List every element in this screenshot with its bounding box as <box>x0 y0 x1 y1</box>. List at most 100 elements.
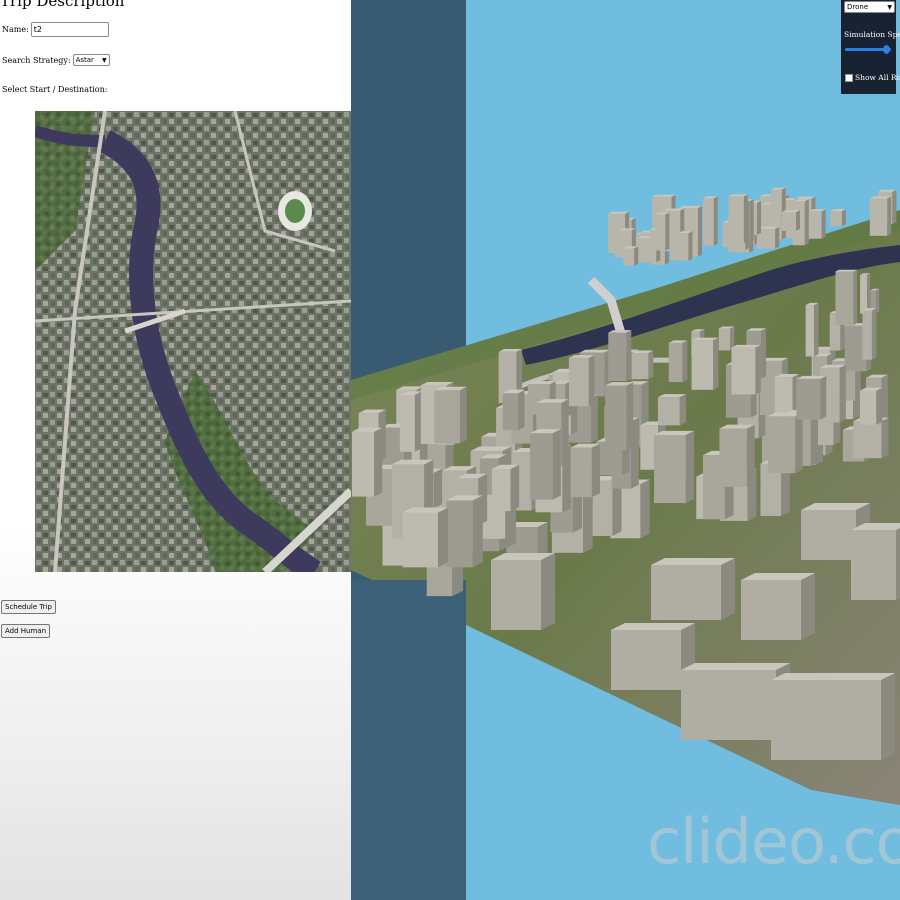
building-side <box>892 189 897 225</box>
strategy-label: Search Strategy: <box>2 55 71 65</box>
chevron-down-icon: ▼ <box>101 56 107 64</box>
vehicle-selected-value: Drone <box>847 3 869 11</box>
building-side <box>648 350 654 380</box>
building <box>702 198 714 246</box>
building-side <box>713 337 719 390</box>
slider-thumb[interactable] <box>883 45 891 54</box>
name-input[interactable] <box>30 22 109 37</box>
building-side <box>801 573 815 640</box>
building-side <box>795 210 800 231</box>
building-side <box>688 231 693 261</box>
building-side <box>746 424 755 487</box>
simulation-speed-label: Simulation Speed: <box>844 30 900 39</box>
building <box>719 428 747 487</box>
building-side <box>881 417 889 459</box>
search-strategy-select[interactable]: Astar ▼ <box>72 54 110 66</box>
building <box>568 357 589 407</box>
building-side <box>876 387 883 425</box>
building <box>399 394 415 452</box>
building <box>801 510 856 560</box>
building-roof <box>835 269 858 272</box>
building-side <box>541 553 555 630</box>
building <box>728 196 744 244</box>
building-side <box>821 209 826 239</box>
building-roof <box>771 673 895 680</box>
building-side <box>795 412 803 474</box>
building <box>623 248 635 266</box>
map-image[interactable] <box>35 111 351 572</box>
building <box>718 328 731 351</box>
building-side <box>841 209 846 227</box>
building <box>631 353 649 380</box>
vehicle-type-select[interactable]: Drone ▼ <box>844 1 895 13</box>
building <box>491 468 511 512</box>
building <box>859 390 877 425</box>
building-roof <box>611 623 695 630</box>
building-side <box>697 205 702 257</box>
select-start-destination-label: Select Start / Destination: <box>2 85 108 94</box>
building-side <box>871 308 877 360</box>
building <box>570 447 592 498</box>
name-row: Name: <box>2 22 109 37</box>
building <box>491 560 541 630</box>
building-side <box>518 390 525 431</box>
building-roof <box>681 663 790 670</box>
building-side <box>682 340 688 383</box>
watermark: clideo.com <box>647 805 900 878</box>
trip-form-panel: Trip Description Name: Search Strategy: … <box>0 0 351 900</box>
show-all-routes-toggle[interactable]: Show All Routes <box>845 73 900 82</box>
building-side <box>867 273 871 314</box>
building <box>655 214 666 251</box>
building-side <box>755 344 761 395</box>
add-human-button[interactable]: Add Human <box>1 624 51 638</box>
building <box>529 433 553 500</box>
building-side <box>887 196 892 236</box>
building-side <box>761 328 767 379</box>
satellite-map[interactable] <box>35 111 351 572</box>
simulation-controls: Drone ▼ Simulation Speed: Show All Route… <box>841 0 900 94</box>
building <box>781 212 796 231</box>
building <box>608 332 627 381</box>
building <box>657 397 680 426</box>
building-side <box>896 528 900 600</box>
simulation-speed-slider[interactable] <box>845 45 891 54</box>
building-side <box>433 468 443 509</box>
3d-city-view[interactable]: Drone ▼ Simulation Speed: Show All Route… <box>351 0 900 900</box>
building-roof <box>652 194 676 197</box>
building-side <box>459 386 467 444</box>
city-render <box>351 0 900 900</box>
building-side <box>414 391 422 452</box>
schedule-trip-button[interactable]: Schedule Trip <box>1 600 56 614</box>
building <box>771 680 881 760</box>
strategy-row: Search Strategy: Astar ▼ <box>2 54 110 66</box>
building-side <box>640 479 650 539</box>
building <box>402 512 438 568</box>
building <box>805 305 815 357</box>
building-side <box>626 330 632 381</box>
building <box>862 310 872 360</box>
building-side <box>804 199 809 246</box>
building <box>681 670 776 740</box>
building-side <box>713 196 718 246</box>
building <box>741 580 801 640</box>
building-side <box>552 429 561 500</box>
building-side <box>721 558 735 620</box>
building-side <box>820 375 827 420</box>
building <box>668 342 683 383</box>
building-roof <box>651 558 735 565</box>
building <box>835 271 854 325</box>
building-side <box>510 464 520 512</box>
building <box>502 393 519 431</box>
building <box>851 530 896 600</box>
show-all-routes-checkbox[interactable] <box>845 73 853 82</box>
name-label: Name: <box>2 25 29 34</box>
building <box>731 347 756 395</box>
building <box>678 233 689 261</box>
building-side <box>665 212 670 251</box>
page-heading: Trip Description <box>0 0 125 10</box>
building-side <box>679 394 687 426</box>
building-side <box>561 399 569 467</box>
building-side <box>775 226 780 249</box>
building <box>611 630 681 690</box>
building-side <box>743 194 748 244</box>
